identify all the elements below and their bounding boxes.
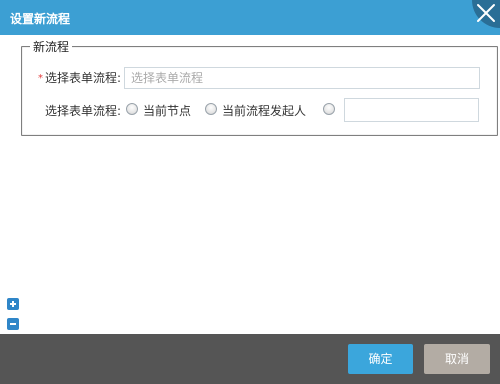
radio-initiator[interactable] (205, 103, 217, 115)
expand-button[interactable] (7, 298, 19, 310)
dialog-titlebar: 设置新流程 (0, 0, 500, 35)
form-flow-label: 选择表单流程: (45, 71, 122, 85)
dialog-title: 设置新流程 (10, 12, 71, 26)
dialog-footer: 确定 取消 (0, 334, 500, 384)
new-flow-fieldset (21, 46, 498, 136)
required-mark: * (38, 73, 43, 84)
plus-icon (10, 301, 16, 307)
cancel-button[interactable]: 取消 (424, 344, 490, 374)
fieldset-legend: 新流程 (30, 38, 73, 55)
form-flow-label-2: 选择表单流程: (45, 104, 122, 118)
ok-button[interactable]: 确定 (348, 344, 413, 374)
form-flow-input[interactable] (124, 67, 480, 89)
close-button[interactable] (464, 0, 500, 35)
radio-current-node[interactable] (126, 103, 138, 115)
radio-initiator-label[interactable]: 当前流程发起人 (222, 102, 306, 119)
minus-icon (10, 323, 16, 325)
custom-value-input[interactable] (344, 98, 479, 122)
radio-current-node-label[interactable]: 当前节点 (143, 102, 191, 119)
collapse-button[interactable] (7, 318, 19, 330)
radio-custom[interactable] (323, 103, 335, 115)
close-icon (472, 0, 500, 28)
